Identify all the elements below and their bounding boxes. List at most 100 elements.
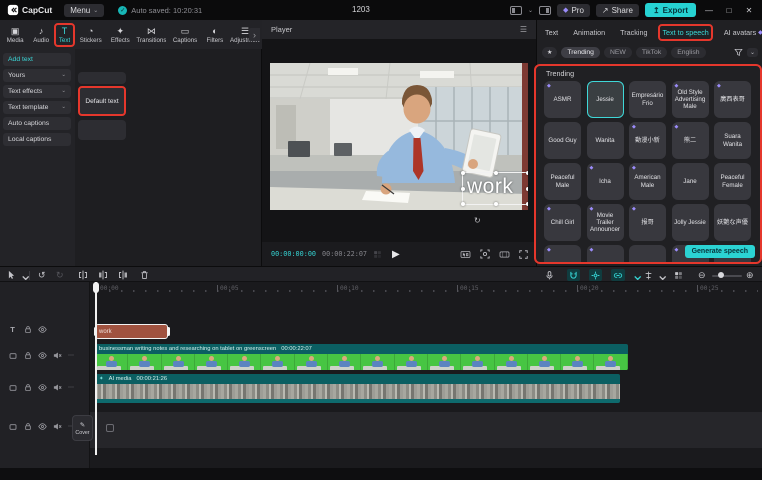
voice-card[interactable]: 妖艶な声優 (714, 204, 751, 241)
voice-card[interactable]: ◆报哥 (629, 204, 666, 241)
selection-handle[interactable] (494, 171, 498, 175)
eye-icon[interactable] (38, 383, 47, 392)
tab-tracking[interactable]: Tracking (616, 24, 651, 41)
chevron-down-icon[interactable]: ⌄ (19, 269, 32, 281)
ai-media-clip[interactable]: ✦ AI media 00:00:21:26 (95, 374, 620, 403)
sidebar-item-local-captions[interactable]: Local captions (3, 133, 71, 146)
voice-card[interactable]: ◆熊二 (672, 122, 709, 159)
overlay-text[interactable]: work (467, 175, 513, 199)
minimize-button[interactable]: — (702, 6, 716, 15)
panel-layout-icon[interactable] (539, 6, 551, 15)
more-icon[interactable]: ⋯ (68, 352, 75, 359)
tab-text-to-speech[interactable]: Text to speech (658, 24, 712, 41)
chevron-down-icon[interactable]: ⌄ (528, 7, 533, 14)
selection-handle[interactable] (526, 171, 528, 175)
tab-ai-avatars[interactable]: AI avatars◆ (720, 24, 762, 41)
voice-card[interactable]: Suara Wanita (714, 122, 751, 159)
filter-pill-trending[interactable]: Trending (561, 47, 600, 58)
selection-handle[interactable] (461, 171, 465, 175)
lock-icon[interactable] (23, 351, 32, 360)
fullscreen-icon[interactable] (519, 250, 528, 259)
tool-tab-effects[interactable]: ✦Effects (107, 23, 134, 47)
voice-card[interactable]: Jane (672, 163, 709, 200)
eye-icon[interactable] (38, 422, 47, 431)
playhead-handle[interactable] (93, 282, 99, 293)
voice-card[interactable]: ◆Old Style Advertising Male (672, 81, 709, 118)
player-menu-icon[interactable]: ☰ (520, 25, 527, 34)
chevron-down-icon[interactable]: ⌄ (631, 269, 644, 281)
record-voiceover-icon[interactable] (545, 269, 554, 281)
voice-card[interactable] (629, 245, 666, 264)
timeline-zoom-out-icon[interactable]: ⊖ (698, 269, 706, 281)
snapshot-icon[interactable] (480, 249, 490, 259)
tool-tab-transitions[interactable]: ⋈Transitions (135, 23, 168, 47)
timeline-zoom-slider[interactable] (712, 275, 742, 277)
lock-icon[interactable] (23, 325, 32, 334)
sidebar-item-auto-captions[interactable]: Auto captions (3, 117, 71, 130)
pro-button[interactable]: ◆ Pro (557, 4, 590, 17)
selection-handle[interactable] (526, 187, 528, 191)
more-icon[interactable]: ⋯ (68, 384, 75, 391)
menu-button[interactable]: Menu ⌄ (64, 4, 104, 17)
sidebar-item-text-effects[interactable]: Text effects⌄ (3, 85, 71, 98)
voice-card[interactable]: Peaceful Male (544, 163, 581, 200)
rotate-handle-icon[interactable]: ↻ (474, 216, 481, 225)
text-template-card[interactable] (78, 72, 126, 84)
tool-tab-stickers[interactable]: ◔Stickers (76, 23, 106, 47)
favorites-filter-button[interactable]: ★ (542, 47, 557, 58)
voice-card[interactable]: ◆American Male (629, 163, 666, 200)
filter-pill-tiktok[interactable]: TikTok (636, 47, 667, 58)
eye-icon[interactable] (38, 351, 47, 360)
magnetic-snap-icon[interactable] (567, 269, 580, 281)
delete-button[interactable] (140, 269, 149, 281)
cover-button[interactable]: ✎ Cover (72, 415, 93, 441)
selection-handle[interactable] (461, 202, 465, 206)
voice-card[interactable]: ◆ASMR (544, 81, 581, 118)
tool-tab-filters[interactable]: ◐Filters (202, 23, 227, 47)
tool-tab-audio[interactable]: ♪Audio (29, 23, 53, 47)
delete-right-icon[interactable] (118, 269, 128, 281)
default-text-card[interactable]: Default text (78, 86, 126, 116)
voice-card[interactable]: ◆Icha (587, 163, 624, 200)
voice-card[interactable]: ◆廣西表哥 (714, 81, 751, 118)
voice-card[interactable]: Wanita (587, 122, 624, 159)
tab-animation[interactable]: Animation (569, 24, 609, 41)
player-layout-icon[interactable] (510, 6, 522, 15)
timeline-ruler[interactable]: 00:0000:0500:1000:1500:2000:25 (90, 282, 762, 296)
chevron-down-icon[interactable]: ⌄ (656, 269, 669, 281)
sidebar-item-add-text[interactable]: Add text (3, 53, 71, 66)
split-icon[interactable] (78, 269, 88, 281)
text-clip[interactable]: work (95, 324, 168, 339)
voice-card[interactable]: ◆Chill Girl (544, 204, 581, 241)
sidebar-item-yours[interactable]: Yours⌄ (3, 69, 71, 82)
filter-pill-english[interactable]: English (671, 47, 705, 58)
zoom-slider-thumb[interactable] (718, 272, 724, 278)
mute-icon[interactable] (53, 422, 62, 431)
tool-tab-text[interactable]: TText (54, 23, 74, 47)
timeline-zoom-in-icon[interactable]: ⊕ (746, 269, 754, 281)
close-button[interactable]: ✕ (742, 6, 756, 15)
sidebar-item-text-template[interactable]: Text template⌄ (3, 101, 71, 114)
preview-mode-icon[interactable] (373, 250, 382, 259)
delete-left-icon[interactable] (98, 269, 108, 281)
playhead[interactable] (95, 282, 97, 455)
voice-card[interactable]: Empresário Frio (629, 81, 666, 118)
voice-card[interactable]: ◆Movie Trailer Announcer (587, 204, 624, 241)
filters-expand-button[interactable]: ⌄ (747, 48, 758, 57)
tool-tab-captions[interactable]: ▭Captions (169, 23, 201, 47)
select-tool-icon[interactable] (7, 269, 16, 281)
text-template-card[interactable] (78, 120, 126, 140)
preview-axis-icon[interactable] (644, 269, 653, 281)
voice-card[interactable]: Jessie (587, 81, 624, 118)
linkage-icon[interactable] (611, 269, 625, 281)
empty-track[interactable] (90, 412, 762, 448)
voice-card[interactable]: ◆ (587, 245, 624, 264)
mute-icon[interactable] (53, 351, 62, 360)
selection-handle[interactable] (494, 202, 498, 206)
track-options-icon[interactable] (674, 269, 683, 281)
eye-icon[interactable] (38, 325, 47, 334)
text-overlay-selection[interactable]: work (462, 172, 528, 205)
share-button[interactable]: ↗ Share (596, 4, 639, 17)
preview-quality-icon[interactable] (460, 250, 471, 259)
maximize-button[interactable]: □ (722, 6, 736, 15)
